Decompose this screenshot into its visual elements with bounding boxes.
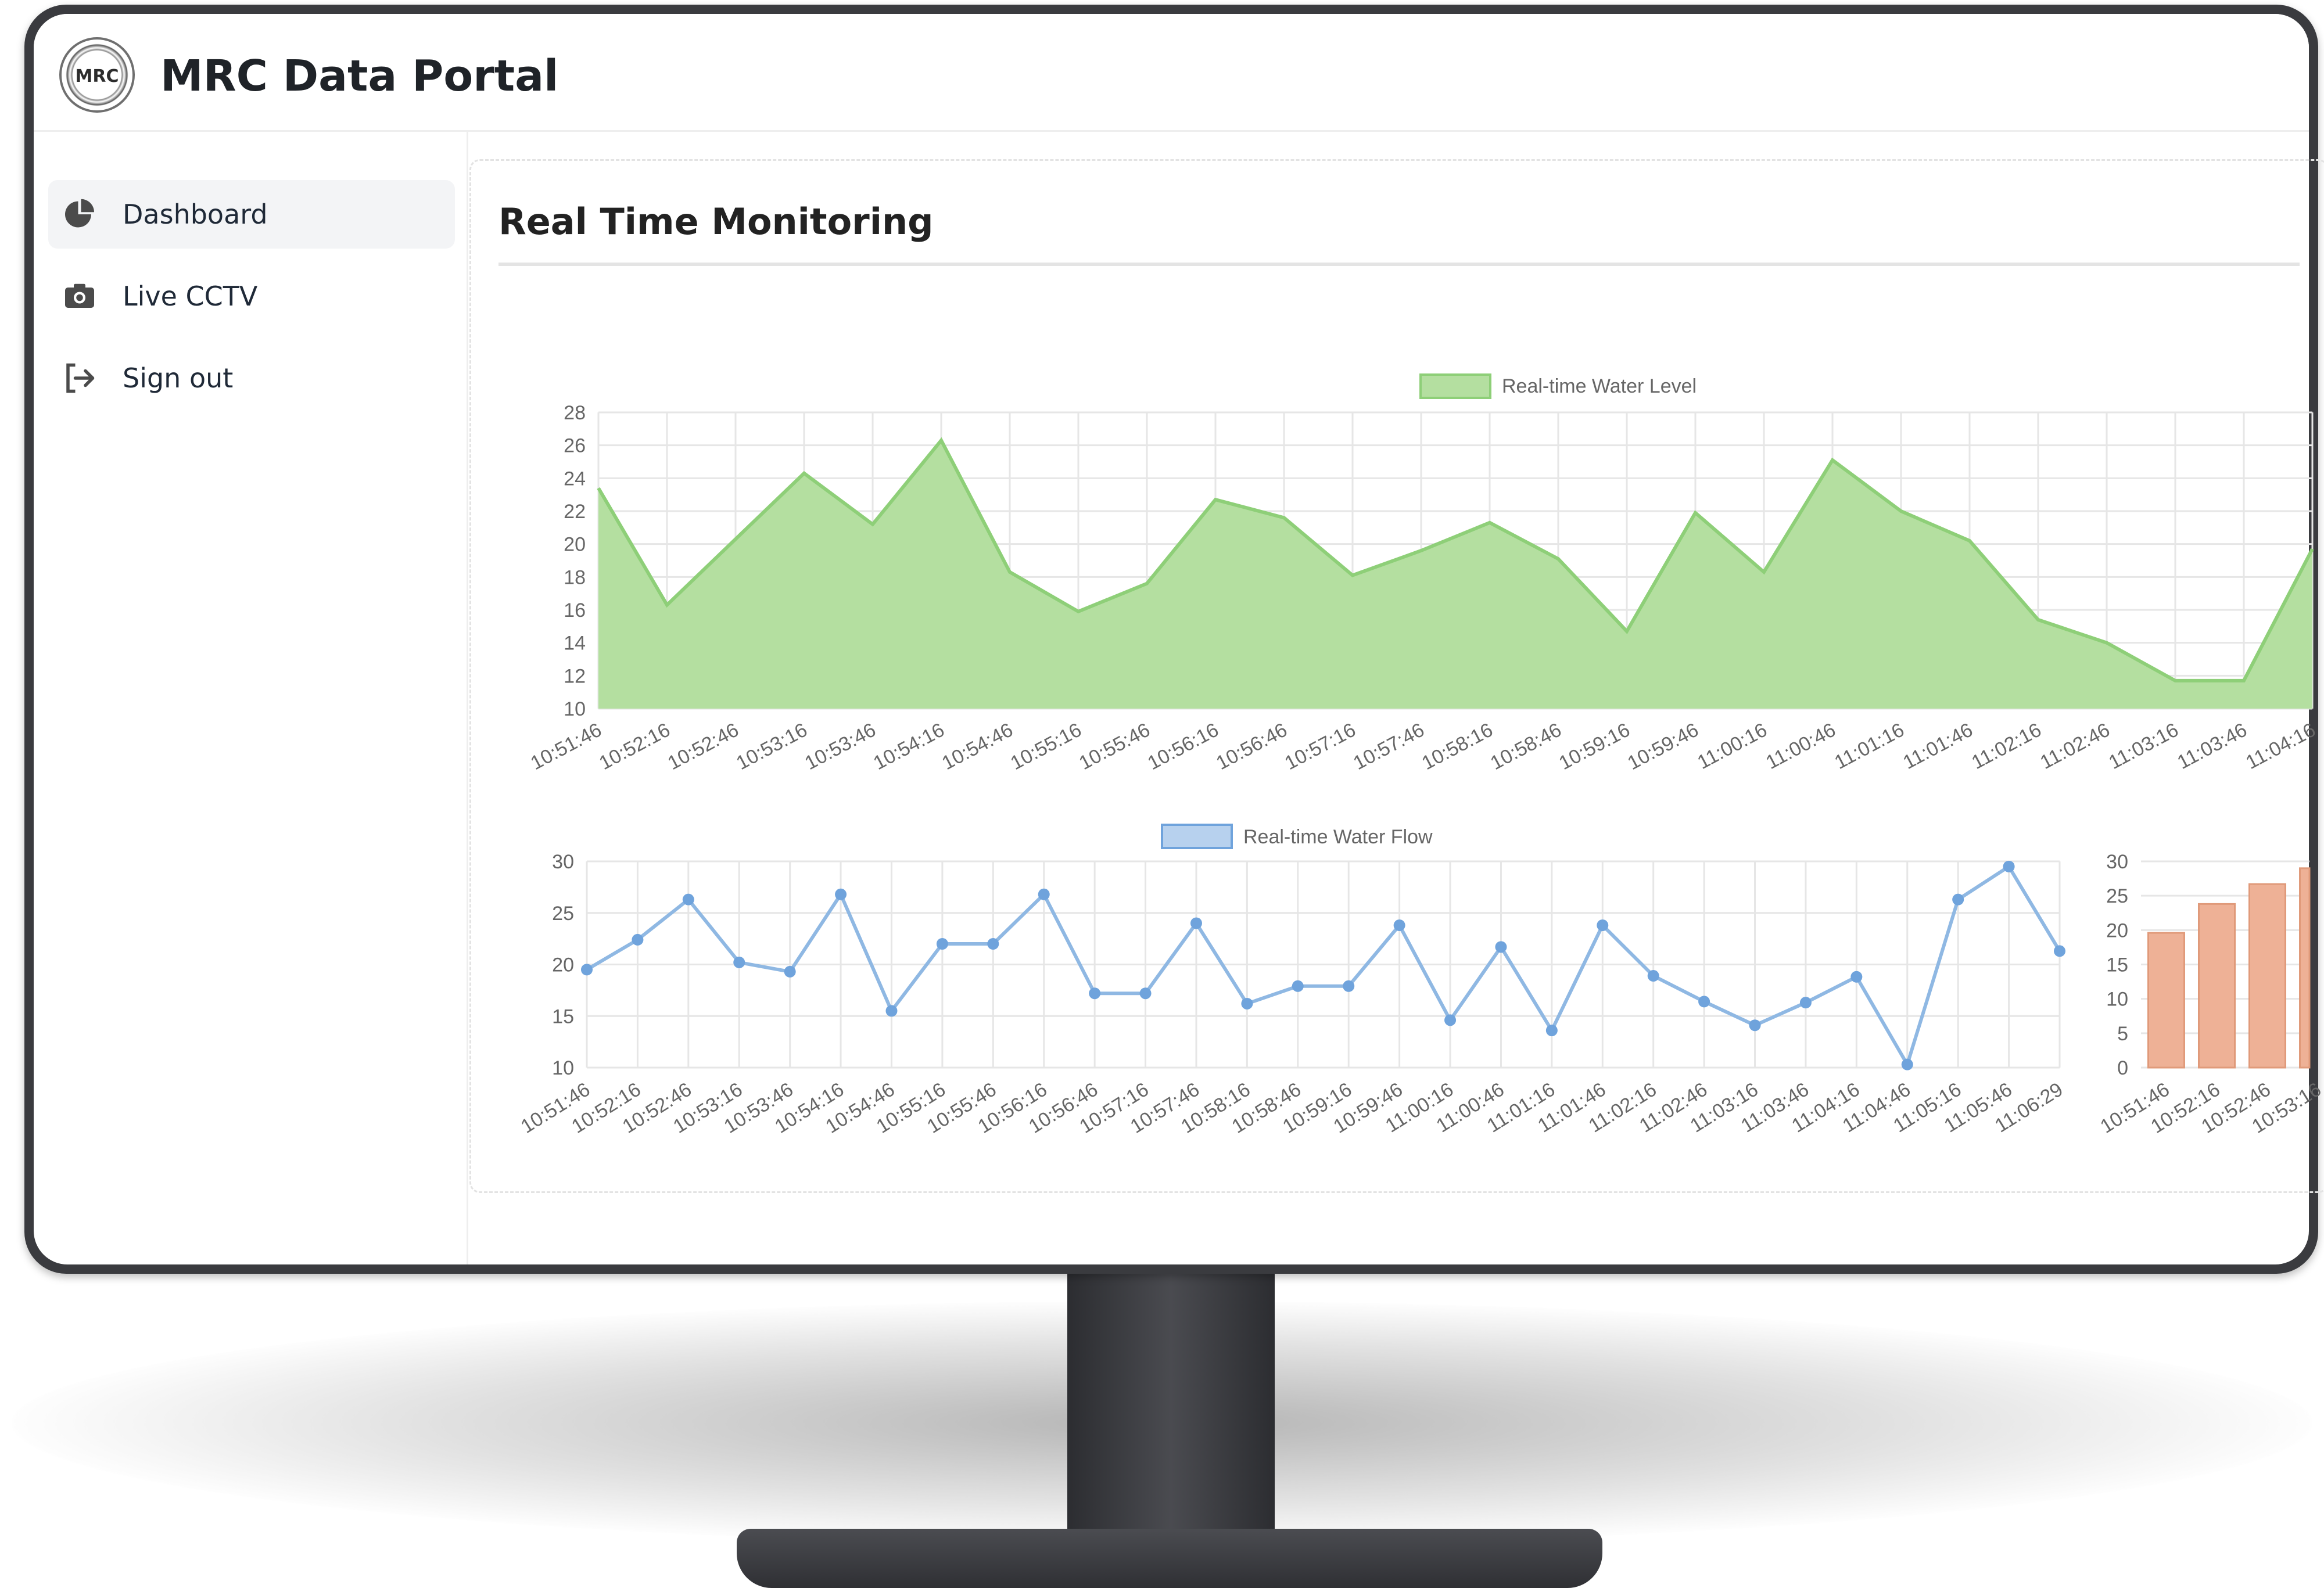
y-tick-label: 0 <box>2117 1057 2128 1079</box>
bar <box>2248 883 2286 1069</box>
y-tick-label: 10 <box>2106 989 2128 1011</box>
bar <box>2299 867 2311 1069</box>
y-tick-label: 5 <box>2117 1023 2128 1045</box>
monitor-stand-base <box>737 1529 1602 1588</box>
bar <box>2198 903 2236 1069</box>
y-tick-label: 25 <box>2106 885 2128 907</box>
y-tick-label: 20 <box>2106 919 2128 942</box>
bar <box>2147 932 2185 1069</box>
y-tick-label: 30 <box>2106 851 2128 873</box>
monitor-stand-neck <box>1067 1274 1275 1553</box>
y-tick-label: 15 <box>2106 954 2128 976</box>
bar-chart: 05101520253010:51:4610:52:1610:52:4610:5… <box>2096 851 2324 1138</box>
